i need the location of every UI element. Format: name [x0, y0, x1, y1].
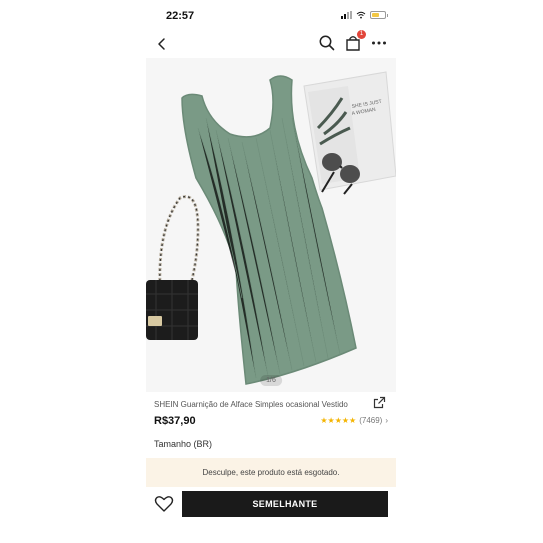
search-icon[interactable]: [318, 34, 336, 52]
image-counter: 1/6: [260, 375, 282, 386]
size-label: Tamanho (BR): [154, 439, 213, 449]
cart-button[interactable]: 1: [344, 30, 366, 52]
nav-actions: 1: [318, 30, 388, 52]
rating-stars: ★★★★★: [320, 416, 357, 425]
bottom-action-bar: SEMELHANTE: [146, 490, 396, 520]
battery-icon: [370, 11, 388, 19]
heart-icon[interactable]: [154, 494, 174, 514]
back-icon[interactable]: [154, 36, 170, 52]
phone-screen: 22:57 1 SHE IS JUST A WOMAN 1/6 SHEIN Gu…: [146, 0, 396, 543]
product-price: R$37,90: [154, 415, 196, 427]
rating-summary[interactable]: ★★★★★ (7469) ›: [320, 416, 388, 425]
nav-bar: 1: [146, 30, 396, 56]
wifi-icon: [356, 11, 366, 19]
cart-badge: 1: [357, 30, 366, 39]
soldout-notice: Desculpe, este produto está esgotado.: [146, 458, 396, 487]
product-photo: SHE IS JUST A WOMAN: [146, 58, 396, 392]
similar-button[interactable]: SEMELHANTE: [182, 491, 388, 517]
product-title: SHEIN Guarnição de Alface Simples ocasio…: [154, 400, 348, 409]
signal-icon: [341, 11, 352, 19]
more-icon[interactable]: [370, 34, 388, 52]
status-time: 22:57: [166, 10, 195, 22]
product-image[interactable]: SHE IS JUST A WOMAN 1/6: [146, 58, 396, 392]
review-count: (7469): [359, 416, 383, 425]
chevron-right-icon: ›: [385, 416, 388, 425]
status-icons: [341, 11, 388, 19]
share-icon[interactable]: [373, 396, 386, 409]
